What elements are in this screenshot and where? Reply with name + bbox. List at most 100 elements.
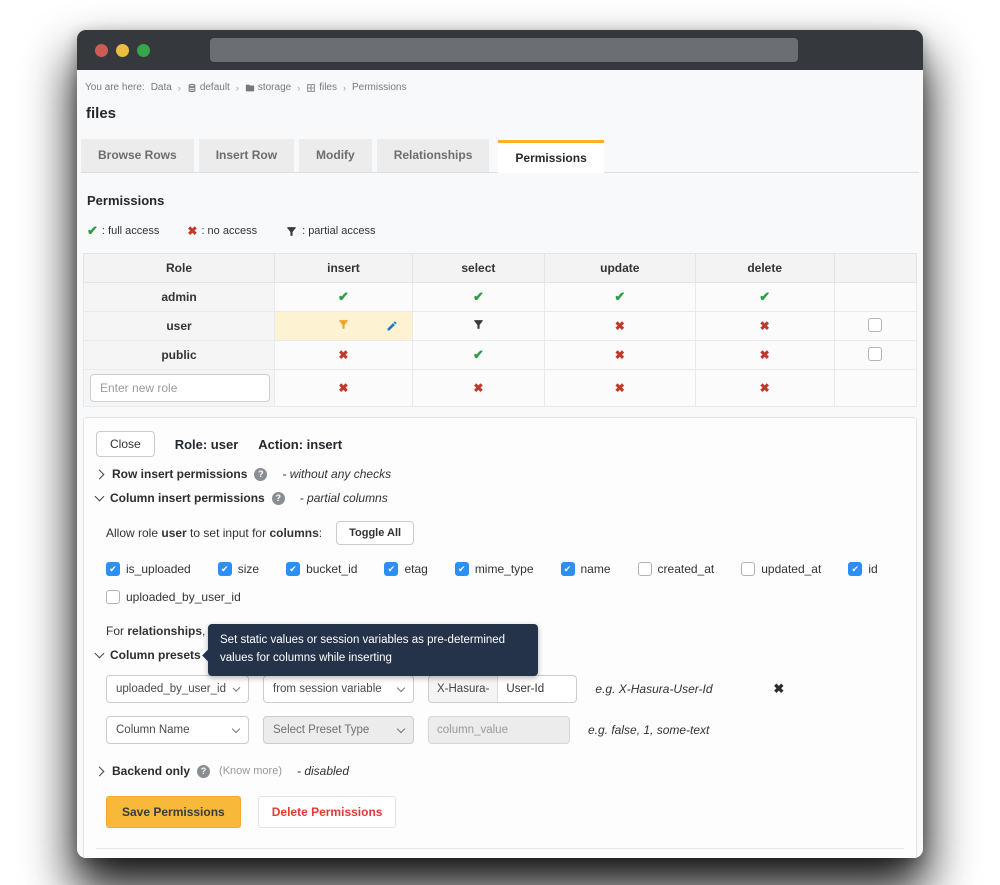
column-checkbox-mime_type[interactable]: mime_type bbox=[455, 562, 534, 576]
bulk-cell-new bbox=[834, 370, 916, 407]
bulk-select-checkbox[interactable] bbox=[868, 318, 882, 332]
chevron-right-icon: › bbox=[297, 83, 300, 93]
toggle-all-button[interactable]: Toggle All bbox=[336, 521, 414, 545]
permission-editor-panel: Close Role: user Action: insert Row inse… bbox=[83, 417, 917, 858]
column-checkbox-size[interactable]: size bbox=[218, 562, 259, 576]
perm-cell-user-insert-editing[interactable] bbox=[275, 312, 413, 341]
column-checkbox-id[interactable]: id bbox=[848, 562, 877, 576]
chevron-right-icon bbox=[95, 469, 105, 479]
perm-cell-admin-insert[interactable]: ✔ bbox=[275, 283, 413, 312]
perm-cell-admin-delete[interactable]: ✔ bbox=[695, 283, 834, 312]
column-checkbox-updated_at[interactable]: updated_at bbox=[741, 562, 821, 576]
tab-permissions[interactable]: Permissions bbox=[498, 140, 603, 173]
maximize-window-button[interactable] bbox=[137, 44, 150, 57]
new-role-cell bbox=[84, 370, 275, 407]
delete-permissions-button[interactable]: Delete Permissions bbox=[258, 796, 397, 828]
help-icon[interactable]: ? bbox=[197, 765, 210, 778]
page-title: files bbox=[86, 105, 919, 122]
checkbox-unchecked-icon bbox=[741, 562, 755, 576]
perm-cell-public-select[interactable]: ✔ bbox=[412, 341, 544, 370]
perm-cell-user-select[interactable] bbox=[412, 312, 544, 341]
breadcrumb-schema[interactable]: storage bbox=[245, 82, 291, 93]
col-header-insert: insert bbox=[275, 254, 413, 283]
col-header-select: select bbox=[412, 254, 544, 283]
column-checkbox-is_uploaded[interactable]: is_uploaded bbox=[106, 562, 191, 576]
tab-bar: Browse Rows Insert Row Modify Relationsh… bbox=[81, 139, 919, 173]
tab-modify[interactable]: Modify bbox=[299, 139, 372, 172]
perm-cell-user-delete[interactable]: ✖ bbox=[695, 312, 834, 341]
column-presets-tooltip: Set static values or session variables a… bbox=[208, 624, 538, 676]
column-checkbox-bucket_id[interactable]: bucket_id bbox=[286, 562, 357, 576]
preset-row-2: Column Name Select Preset Type e.g. fals… bbox=[96, 716, 904, 744]
legend-partial-access: : partial access bbox=[285, 225, 375, 238]
column-checkbox-created_at[interactable]: created_at bbox=[638, 562, 715, 576]
full-access-icon: ✔ bbox=[759, 289, 770, 304]
save-permissions-button[interactable]: Save Permissions bbox=[106, 796, 241, 828]
breadcrumb-database[interactable]: default bbox=[187, 82, 230, 93]
tab-insert-row[interactable]: Insert Row bbox=[199, 139, 294, 172]
session-variable-input[interactable] bbox=[498, 683, 576, 695]
cross-icon: ✖ bbox=[187, 224, 197, 238]
chevron-down-icon bbox=[233, 684, 241, 692]
perm-cell-public-insert[interactable]: ✖ bbox=[275, 341, 413, 370]
preset-type-select-empty[interactable]: Select Preset Type bbox=[263, 716, 414, 744]
url-bar[interactable] bbox=[210, 38, 798, 62]
chevron-down-icon bbox=[95, 649, 105, 659]
full-access-icon: ✔ bbox=[473, 289, 484, 304]
close-window-button[interactable] bbox=[95, 44, 108, 57]
full-access-icon: ✔ bbox=[614, 289, 625, 304]
preset-hint: e.g. false, 1, some-text bbox=[588, 723, 740, 737]
breadcrumb-table[interactable]: files bbox=[306, 82, 337, 93]
role-label: admin bbox=[84, 283, 275, 312]
minimize-window-button[interactable] bbox=[116, 44, 129, 57]
new-role-input[interactable] bbox=[90, 374, 270, 402]
columns-checkbox-row: is_uploaded size bucket_id etag mime_typ… bbox=[106, 562, 904, 576]
filter-icon bbox=[285, 225, 298, 238]
perm-cell-admin-update[interactable]: ✔ bbox=[544, 283, 695, 312]
no-access-icon: ✖ bbox=[615, 319, 625, 333]
preset-row-1: uploaded_by_user_id from session variabl… bbox=[96, 675, 904, 703]
column-checkbox-uploaded_by_user_id[interactable]: uploaded_by_user_id bbox=[106, 590, 241, 604]
section-column-presets[interactable]: Column presets ? Set static values or se… bbox=[96, 648, 904, 662]
perm-cell-user-update[interactable]: ✖ bbox=[544, 312, 695, 341]
breadcrumb-data[interactable]: Data bbox=[151, 82, 172, 93]
help-icon[interactable]: ? bbox=[254, 468, 267, 481]
preset-hint: e.g. X-Hasura-User-Id bbox=[595, 682, 747, 696]
column-checkbox-name[interactable]: name bbox=[561, 562, 611, 576]
preset-column-select-empty[interactable]: Column Name bbox=[106, 716, 249, 744]
checkbox-checked-icon bbox=[561, 562, 575, 576]
perm-cell-public-delete[interactable]: ✖ bbox=[695, 341, 834, 370]
edit-pencil-icon[interactable] bbox=[386, 320, 398, 332]
permissions-heading: Permissions bbox=[87, 193, 919, 208]
breadcrumb: You are here: Data › default › storage ›… bbox=[85, 82, 919, 93]
section-column-insert-permissions[interactable]: Column insert permissions ? - partial co… bbox=[96, 491, 904, 505]
perm-cell-public-update[interactable]: ✖ bbox=[544, 341, 695, 370]
editor-action-label: Action: insert bbox=[258, 437, 342, 452]
section-backend-only[interactable]: Backend only ? (Know more) - disabled bbox=[96, 764, 904, 778]
bulk-select-checkbox[interactable] bbox=[868, 347, 882, 361]
table-header-row: Role insert select update delete bbox=[84, 254, 917, 283]
bulk-cell-public bbox=[834, 341, 916, 370]
preset-type-select[interactable]: from session variable bbox=[263, 675, 414, 703]
title-bar bbox=[77, 30, 923, 70]
help-icon[interactable]: ? bbox=[272, 492, 285, 505]
close-button[interactable]: Close bbox=[96, 431, 155, 457]
tab-relationships[interactable]: Relationships bbox=[377, 139, 490, 172]
check-icon: ✔ bbox=[87, 223, 98, 239]
remove-preset-icon[interactable]: ✖ bbox=[773, 681, 784, 697]
table-row-user: user ✖ ✖ bbox=[84, 312, 917, 341]
know-more-link[interactable]: (Know more) bbox=[219, 765, 282, 777]
checkbox-unchecked-icon bbox=[106, 590, 120, 604]
no-access-icon: ✖ bbox=[338, 348, 348, 362]
col-header-delete: delete bbox=[695, 254, 834, 283]
tab-browse-rows[interactable]: Browse Rows bbox=[81, 139, 194, 172]
permissions-legend: ✔ : full access ✖ : no access : partial … bbox=[87, 223, 919, 239]
editor-role-label: Role: user bbox=[175, 437, 239, 452]
preset-column-select[interactable]: uploaded_by_user_id bbox=[106, 675, 249, 703]
section-row-insert-permissions[interactable]: Row insert permissions ? - without any c… bbox=[96, 467, 904, 481]
preset-value-input[interactable] bbox=[428, 716, 570, 744]
column-checkbox-etag[interactable]: etag bbox=[384, 562, 427, 576]
chevron-right-icon: › bbox=[178, 83, 181, 93]
bulk-cell-user bbox=[834, 312, 916, 341]
perm-cell-admin-select[interactable]: ✔ bbox=[412, 283, 544, 312]
